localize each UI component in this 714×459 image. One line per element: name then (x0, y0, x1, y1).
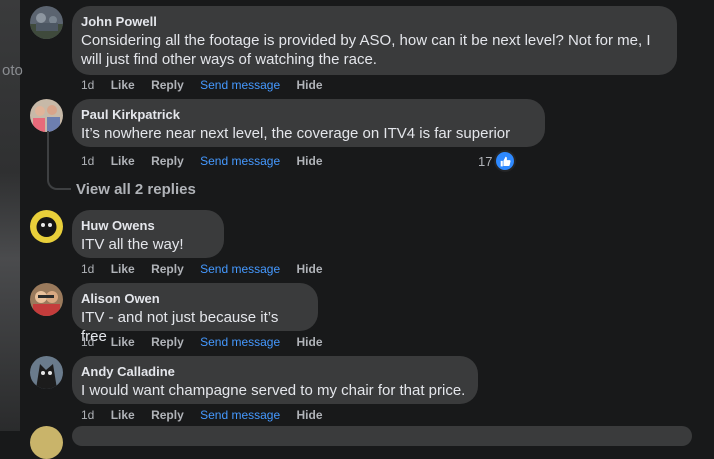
reply-thread-line (47, 131, 71, 190)
send-message-link[interactable]: Send message (200, 262, 280, 276)
reply-button[interactable]: Reply (151, 408, 184, 422)
comment-author[interactable]: Paul Kirkpatrick (81, 107, 533, 123)
comment-text: ITV all the way! (81, 236, 184, 253)
comment-bubble: Huw Owens ITV all the way! (72, 210, 224, 258)
reply-button[interactable]: Reply (151, 335, 184, 349)
comment-actions: 1d Like Reply Send message Hide (81, 335, 336, 349)
hide-button[interactable]: Hide (297, 78, 323, 92)
like-button[interactable]: Like (111, 408, 135, 422)
comment-actions: 1d Like Reply Send message Hide (81, 78, 336, 92)
timestamp[interactable]: 1d (81, 78, 94, 92)
send-message-link[interactable]: Send message (200, 78, 280, 92)
comment-bubble: Alison Owen ITV - and not just because i… (72, 283, 318, 345)
thumbs-up-icon (494, 150, 517, 172)
comment-author[interactable]: John Powell (81, 14, 665, 30)
timestamp[interactable]: 1d (81, 335, 94, 349)
like-button[interactable]: Like (111, 262, 135, 276)
comment-bubble: John Powell Considering all the footage … (72, 6, 677, 75)
timestamp[interactable]: 1d (81, 154, 94, 168)
comment-author[interactable]: Huw Owens (81, 218, 212, 234)
reply-button[interactable]: Reply (151, 262, 184, 276)
avatar[interactable] (30, 6, 63, 39)
hide-button[interactable]: Hide (297, 408, 323, 422)
background-post-image: oto (0, 0, 23, 431)
comment-author[interactable]: Alison Owen (81, 291, 306, 307)
comment-actions: 1d Like Reply Send message Hide (81, 408, 336, 422)
comment-text: Considering all the footage is provided … (81, 32, 651, 49)
reaction-summary[interactable]: 17 (478, 150, 517, 172)
comment-text: will just find other ways of watching th… (81, 51, 377, 68)
avatar[interactable] (30, 356, 63, 389)
send-message-link[interactable]: Send message (200, 335, 280, 349)
background-text-fragment: oto (2, 62, 23, 79)
comment-author[interactable]: Andy Calladine (81, 364, 466, 380)
send-message-link[interactable]: Send message (200, 154, 280, 168)
send-message-link[interactable]: Send message (200, 408, 280, 422)
comment-bubble: Paul Kirkpatrick It’s nowhere near next … (72, 99, 545, 147)
comment-actions: 1d Like Reply Send message Hide (81, 154, 336, 168)
like-button[interactable]: Like (111, 78, 135, 92)
like-button[interactable]: Like (111, 335, 135, 349)
comment-bubble: Andy Calladine I would want champagne se… (72, 356, 478, 404)
hide-button[interactable]: Hide (297, 262, 323, 276)
avatar[interactable] (30, 99, 63, 132)
reply-button[interactable]: Reply (151, 154, 184, 168)
view-replies-link[interactable]: View all 2 replies (76, 181, 196, 198)
avatar[interactable] (30, 210, 63, 243)
like-button[interactable]: Like (111, 154, 135, 168)
comment-text: I would want champagne served to my chai… (81, 382, 466, 399)
comment-bubble (72, 426, 692, 446)
hide-button[interactable]: Hide (297, 154, 323, 168)
comment-actions: 1d Like Reply Send message Hide (81, 262, 336, 276)
reply-button[interactable]: Reply (151, 78, 184, 92)
timestamp[interactable]: 1d (81, 408, 94, 422)
comment-text: It’s nowhere near next level, the covera… (81, 125, 511, 142)
timestamp[interactable]: 1d (81, 262, 94, 276)
reaction-count: 17 (478, 153, 493, 169)
avatar[interactable] (30, 283, 63, 316)
hide-button[interactable]: Hide (297, 335, 323, 349)
